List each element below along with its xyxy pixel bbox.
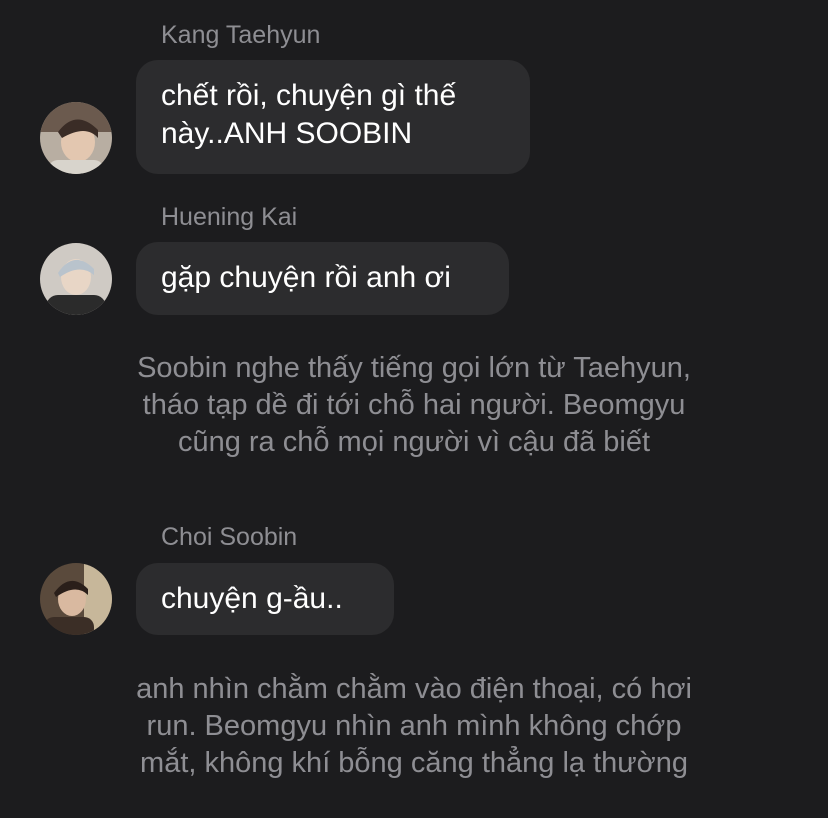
narration-line: mắt, không khí bỗng căng thẳng lạ thường [140, 747, 688, 779]
user-avatar-photo[interactable] [40, 243, 112, 315]
message-text-line: này..ANH SOOBIN [161, 117, 413, 150]
message-bubble[interactable]: chết rồi, chuyện gì thế này..ANH SOOBIN [136, 60, 530, 174]
sender-name: Huening Kai [161, 203, 298, 231]
user-avatar-photo[interactable] [40, 102, 112, 174]
narration-line: run. Beomgyu nhìn anh mình không chớp [146, 710, 682, 742]
narration-line: cũng ra chỗ mọi người vì cậu đã biết [177, 426, 651, 458]
chat-screen: Kang Taehyun chết rồi, chuyện gì thế này… [0, 0, 828, 818]
avatar-image [40, 102, 112, 174]
message-text-line: gặp chuyện rồi anh ơi [161, 261, 451, 294]
narration-line: tháo tạp dề đi tới chỗ hai người. Beomgy… [142, 389, 686, 421]
sender-name: Choi Soobin [161, 523, 298, 551]
narration-line: anh nhìn chằm chằm vào điện thoại, có hơ… [136, 673, 692, 705]
message-text-line: chuyện g-ầu.. [161, 582, 343, 615]
narration-text: anh nhìn chằm chằm vào điện thoại, có hơ… [60, 671, 768, 782]
narration-text: Soobin nghe thấy tiếng gọi lớn từ Taehyu… [60, 350, 768, 461]
sender-name: Kang Taehyun [161, 21, 321, 49]
message-bubble[interactable]: gặp chuyện rồi anh ơi [136, 242, 509, 315]
avatar-image [40, 563, 112, 635]
avatar-image [40, 243, 112, 315]
narration-line: Soobin nghe thấy tiếng gọi lớn từ Taehyu… [137, 352, 691, 384]
message-bubble[interactable]: chuyện g-ầu.. [136, 563, 394, 635]
user-avatar-photo[interactable] [40, 563, 112, 635]
message-text-line: chết rồi, chuyện gì thế [161, 79, 457, 112]
